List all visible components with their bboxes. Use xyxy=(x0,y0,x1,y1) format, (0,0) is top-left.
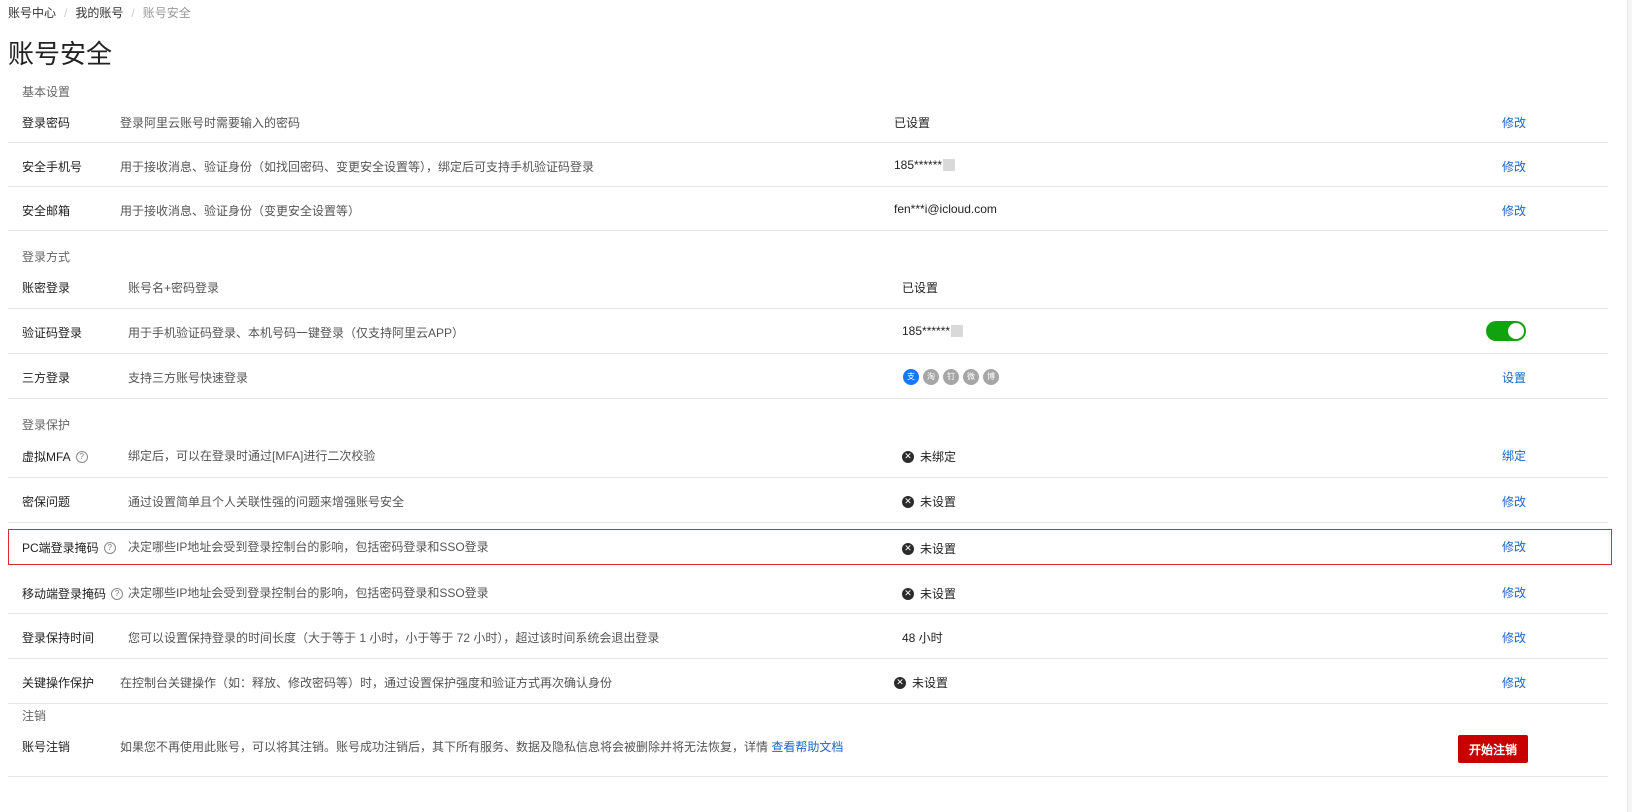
row-desc: 账号名+密码登录 xyxy=(128,281,220,295)
cancel-desc-text: 如果您不再使用此账号，可以将其注销。账号成功注销后，其下所有服务、数据及隐私信息… xyxy=(120,740,769,754)
third-party-provider-icons: 支淘钉微博 xyxy=(903,369,999,385)
row-name: 安全手机号 xyxy=(22,160,83,174)
row-desc: 如果您不再使用此账号，可以将其注销。账号成功注销后，其下所有服务、数据及隐私信息… xyxy=(120,738,843,755)
row-session-duration: 登录保持时间 您可以设置保持登录的时间长度（大于等于 1 小时，小于等于 72 … xyxy=(8,614,1608,659)
row-name: 虚拟MFA? xyxy=(22,448,88,465)
row-desc: 通过设置简单且个人关联性强的问题来增强账号安全 xyxy=(128,495,405,509)
row-virtual-mfa: 虚拟MFA? 绑定后，可以在登录时通过[MFA]进行二次校验 ✕ 未绑定 绑定 xyxy=(8,432,1608,478)
row-login-password: 登录密码 登录阿里云账号时需要输入的密码 已设置 修改 xyxy=(8,99,1608,143)
row-name: 验证码登录 xyxy=(22,326,83,340)
row-desc: 在控制台关键操作（如：释放、修改密码等）时，通过设置保护强度和验证方式再次确认身… xyxy=(120,676,613,690)
row-status: ✕ 未绑定 xyxy=(902,448,956,465)
row-desc: 决定哪些IP地址会受到登录控制台的影响，包括密码登录和SSO登录 xyxy=(128,586,489,600)
phone-masked: 185****** xyxy=(894,158,943,172)
row-desc: 用于接收消息、验证身份（如找回密码、变更安全设置等），绑定后可支持手机验证码登录 xyxy=(120,160,595,174)
bind-mfa-link[interactable]: 绑定 xyxy=(1502,447,1526,464)
close-circle-icon: ✕ xyxy=(894,676,906,689)
breadcrumb-account-center[interactable]: 账号中心 xyxy=(8,4,56,21)
breadcrumb-my-account[interactable]: 我的账号 xyxy=(75,4,123,21)
code-login-toggle[interactable] xyxy=(1486,321,1526,341)
row-name: 账密登录 xyxy=(22,281,71,295)
row-name: 移动端登录掩码? xyxy=(22,585,124,602)
help-icon[interactable]: ? xyxy=(111,587,124,600)
section-login-protection-title: 登录保护 xyxy=(22,418,71,432)
row-key-operation-protection: 关键操作保护 在控制台关键操作（如：释放、修改密码等）时，通过设置保护强度和验证… xyxy=(8,659,1608,704)
row-account-login: 账密登录 账号名+密码登录 已设置 xyxy=(8,264,1608,309)
page-title: 账号安全 xyxy=(8,39,113,69)
status-text: 未绑定 xyxy=(920,450,957,464)
help-icon[interactable]: ? xyxy=(75,450,88,463)
row-name: 关键操作保护 xyxy=(22,676,95,690)
row-name-text: 虚拟MFA xyxy=(22,450,71,464)
row-code-login: 验证码登录 用于手机验证码登录、本机号码一键登录（仅支持阿里云APP） 185*… xyxy=(8,309,1608,354)
row-mobile-login-mask: 移动端登录掩码? 决定哪些IP地址会受到登录控制台的影响，包括密码登录和SSO登… xyxy=(8,569,1608,614)
section-basic-title: 基本设置 xyxy=(22,85,71,99)
row-status: 已设置 xyxy=(894,116,931,130)
help-doc-link[interactable]: 查看帮助文档 xyxy=(771,740,843,754)
breadcrumb-separator: / xyxy=(131,5,135,20)
row-desc: 支持三方账号快速登录 xyxy=(128,371,249,385)
breadcrumb-separator: / xyxy=(64,5,68,20)
row-status: ✕ 未设置 xyxy=(894,674,948,691)
start-cancel-button[interactable]: 开始注销 xyxy=(1458,735,1528,763)
row-status: 48 小时 xyxy=(902,631,943,645)
status-text: 未设置 xyxy=(920,587,957,601)
edit-security-question-link[interactable]: 修改 xyxy=(1502,493,1526,510)
third-login-settings-link[interactable]: 设置 xyxy=(1502,369,1526,386)
edit-phone-link[interactable]: 修改 xyxy=(1502,158,1526,175)
row-security-email: 安全邮箱 用于接收消息、验证身份（变更安全设置等） fen***i@icloud… xyxy=(8,187,1608,231)
row-name: 安全邮箱 xyxy=(22,204,71,218)
row-desc: 用于手机验证码登录、本机号码一键登录（仅支持阿里云APP） xyxy=(128,326,465,340)
status-text: 未设置 xyxy=(920,495,957,509)
breadcrumb: 账号中心 / 我的账号 / 账号安全 xyxy=(8,4,191,21)
edit-session-link[interactable]: 修改 xyxy=(1502,629,1526,646)
alipay-icon[interactable]: 支 xyxy=(903,369,919,385)
status-text: 未设置 xyxy=(912,676,949,690)
toggle-knob xyxy=(1508,323,1524,339)
row-third-party-login: 三方登录 支持三方账号快速登录 支淘钉微博 设置 xyxy=(8,354,1608,399)
breadcrumb-current: 账号安全 xyxy=(142,6,191,20)
row-desc: 登录阿里云账号时需要输入的密码 xyxy=(120,116,301,130)
row-name: 登录保持时间 xyxy=(22,631,95,645)
close-circle-icon: ✕ xyxy=(902,495,914,508)
wechat-icon[interactable]: 微 xyxy=(963,369,979,385)
row-desc: 绑定后，可以在登录时通过[MFA]进行二次校验 xyxy=(128,449,376,463)
row-security-phone: 安全手机号 用于接收消息、验证身份（如找回密码、变更安全设置等），绑定后可支持手… xyxy=(8,143,1608,187)
row-name: 账号注销 xyxy=(22,740,71,754)
row-name: 密保问题 xyxy=(22,495,71,509)
edit-email-link[interactable]: 修改 xyxy=(1502,202,1526,219)
phone-masked: 185****** xyxy=(902,324,951,338)
redaction-block xyxy=(951,325,964,337)
close-circle-icon: ✕ xyxy=(902,587,914,600)
row-desc: 您可以设置保持登录的时间长度（大于等于 1 小时，小于等于 72 小时），超过该… xyxy=(128,631,660,645)
row-status: ✕ 未设置 xyxy=(902,493,956,510)
taobao-icon[interactable]: 淘 xyxy=(923,369,939,385)
edit-key-operation-link[interactable]: 修改 xyxy=(1502,674,1526,691)
row-name: 三方登录 xyxy=(22,371,71,385)
row-status: 185****** xyxy=(902,324,964,338)
row-status: fen***i@icloud.com xyxy=(894,202,997,216)
row-security-question: 密保问题 通过设置简单且个人关联性强的问题来增强账号安全 ✕ 未设置 修改 xyxy=(8,478,1608,523)
edit-mobile-mask-link[interactable]: 修改 xyxy=(1502,584,1526,601)
scrollbar[interactable] xyxy=(1627,0,1632,812)
edit-password-link[interactable]: 修改 xyxy=(1502,114,1526,131)
dingtalk-icon[interactable]: 钉 xyxy=(943,369,959,385)
highlight-box xyxy=(8,529,1612,565)
redaction-block xyxy=(943,159,956,171)
row-status: 185****** xyxy=(894,158,956,172)
weibo-icon[interactable]: 博 xyxy=(983,369,999,385)
section-login-method-title: 登录方式 xyxy=(22,250,71,264)
row-account-cancel: 账号注销 如果您不再使用此账号，可以将其注销。账号成功注销后，其下所有服务、数据… xyxy=(8,722,1608,777)
row-desc: 用于接收消息、验证身份（变更安全设置等） xyxy=(120,204,361,218)
row-status: 已设置 xyxy=(902,281,939,295)
row-status: ✕ 未设置 xyxy=(902,585,956,602)
row-name: 登录密码 xyxy=(22,116,71,130)
row-name-text: 移动端登录掩码 xyxy=(22,587,107,601)
close-circle-icon: ✕ xyxy=(902,450,914,463)
